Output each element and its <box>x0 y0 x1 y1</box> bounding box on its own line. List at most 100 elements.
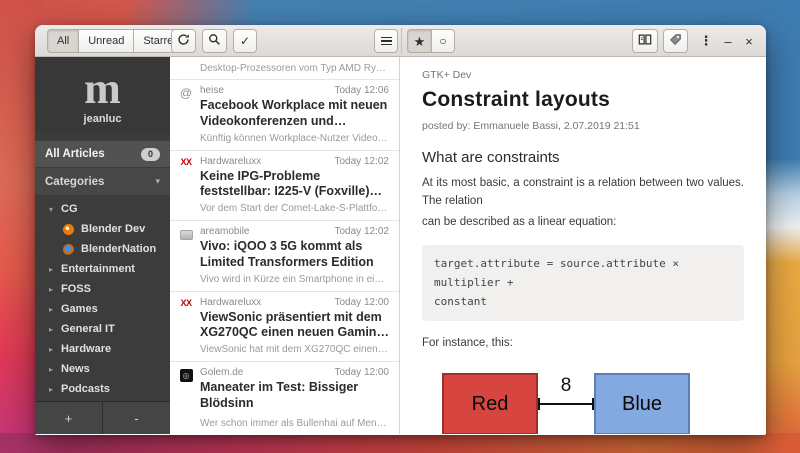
search-icon <box>208 33 221 49</box>
list-item[interactable]: XX Hardwareluxx Today 12:00 ViewSonic prä… <box>170 292 399 362</box>
article-paragraph: can be described as a linear equation: <box>422 215 617 228</box>
article-summary: Vor dem Start der Comet-Lake-S-Plattform… <box>200 203 389 214</box>
sidebar-item-blendernation[interactable]: BlenderNation <box>35 239 170 259</box>
feed-name: heise <box>200 85 224 96</box>
areamobile-favicon <box>179 230 193 240</box>
dots-menu-icon: ⋮ <box>699 33 713 48</box>
list-item[interactable]: XX Hardwareluxx Today 12:02 Keine IPG-Pro… <box>170 151 399 221</box>
heise-favicon: @ <box>179 86 193 100</box>
tab-unread[interactable]: Unread <box>78 29 134 53</box>
constraint-connector: 8 <box>538 373 594 434</box>
app-menu-button[interactable]: ⋮ <box>694 29 718 53</box>
article-title: Facebook Workplace mit neuen Videokonfer… <box>200 98 388 128</box>
hardwareluxx-favicon: XX <box>180 297 192 308</box>
article-summary: Vivo wird in Kürze ein Smartphone in ein… <box>200 273 389 285</box>
expander-icon[interactable]: ▸ <box>49 305 61 314</box>
account-header: m jeanluc <box>35 57 170 134</box>
page-title: Constraint layouts <box>422 88 610 111</box>
blendernation-icon <box>63 243 74 255</box>
article-time: Today 12:02 <box>334 226 390 237</box>
sidebar-item-cg[interactable]: ▾ CG <box>35 199 170 219</box>
feed-reader-window: All Unread Starred ✓ ★ ○ ⋮ – × m jeanluc… <box>35 25 766 435</box>
section-heading: What are constraints <box>422 149 560 166</box>
sidebar-item-entertainment[interactable]: ▸ Entertainment <box>35 259 170 279</box>
close-icon: × <box>745 33 753 49</box>
feed-manage-bar: + - <box>35 401 170 434</box>
list-item[interactable]: @ heise Today 12:06 Facebook Workplace mi… <box>170 80 399 151</box>
list-menu-button[interactable] <box>374 29 398 53</box>
sidebar-item-general-it[interactable]: ▸ General IT <box>35 319 170 339</box>
wallpaper-bottom <box>0 433 800 453</box>
blender-dev-icon <box>63 223 74 235</box>
article-title: Maneater im Test: Bissiger Blödsinn <box>200 380 359 410</box>
unread-count-badge: 0 <box>141 147 160 161</box>
star-toggle-button[interactable]: ★ <box>407 29 431 53</box>
tag-button[interactable] <box>663 29 688 53</box>
sidebar-item-podcasts[interactable]: ▸ Podcasts <box>35 379 170 399</box>
feed-name: areamobile <box>200 226 250 237</box>
search-button[interactable] <box>202 29 227 53</box>
list-item[interactable]: ◎ Golem.de Today 12:00 Maneater im Test: … <box>170 362 399 434</box>
expander-icon[interactable]: ▸ <box>49 325 61 334</box>
view-buttons <box>632 29 688 53</box>
sidebar-item-hardware[interactable]: ▸ Hardware <box>35 339 170 359</box>
tag-icon <box>669 33 682 49</box>
sidebar-item-games[interactable]: ▸ Games <box>35 299 170 319</box>
expander-icon[interactable]: ▾ <box>49 205 61 214</box>
sidebar-item-news[interactable]: ▸ News <box>35 359 170 379</box>
list-item[interactable]: areamobile Today 12:02 Vivo: iQOO 3 5G ko… <box>170 221 399 292</box>
star-icon: ★ <box>413 33 426 49</box>
constraint-diagram: Red 8 Blue <box>442 373 744 434</box>
chevron-down-icon: ▾ <box>155 176 160 187</box>
article-title: Keine IPG-Probleme feststellbar: I225-V … <box>200 168 370 199</box>
article-byline: posted by: Emmanuele Bassi, 2.07.2019 21… <box>422 120 640 132</box>
article-view: GTK+ Dev Constraint layouts posted by: E… <box>400 57 766 434</box>
unread-toggle-button[interactable]: ○ <box>431 29 455 53</box>
header-separator <box>401 28 402 54</box>
expander-icon[interactable]: ▸ <box>49 345 61 354</box>
remove-feed-button[interactable]: - <box>103 402 170 434</box>
menu-icon <box>380 36 392 46</box>
action-buttons: ✓ <box>171 29 257 53</box>
article-summary: ViewSonic hat mit dem XG270QC einen neue… <box>200 344 389 355</box>
book-icon <box>638 33 652 49</box>
filter-tabs: All Unread Starred <box>47 29 190 53</box>
sidebar-item-foss[interactable]: ▸ FOSS <box>35 279 170 299</box>
blue-box: Blue <box>594 373 690 434</box>
article-time: Today 12:06 <box>334 85 390 96</box>
sidebar-item-all-articles[interactable]: All Articles 0 <box>35 141 170 168</box>
article-paragraph: At its most basic, a constraint is a rel… <box>422 177 744 208</box>
mark-toggle-group: ★ ○ <box>407 29 455 53</box>
header-bar: All Unread Starred ✓ ★ ○ ⋮ – × <box>35 25 766 57</box>
minimize-icon: – <box>724 33 732 49</box>
red-box: Red <box>442 373 538 434</box>
article-time: Today 12:00 <box>334 367 390 378</box>
feed-name: Hardwareluxx <box>200 296 262 308</box>
expander-icon[interactable]: ▸ <box>49 365 61 374</box>
refresh-button[interactable] <box>171 29 196 53</box>
article-list[interactable]: Desktop-Prozessoren vom Typ AMD Ryzen 40… <box>170 57 400 434</box>
constraint-line <box>538 398 594 411</box>
article-time: Today 12:00 <box>334 296 390 308</box>
article-summary: Künftig können Workplace-Nutzer Videoanr… <box>200 132 389 144</box>
list-item[interactable]: Desktop-Prozessoren vom Typ AMD Ryzen 40… <box>170 57 399 80</box>
tab-all[interactable]: All <box>47 29 79 53</box>
spacing-value: 8 <box>560 375 572 397</box>
categories-header[interactable]: Categories ▾ <box>35 168 170 196</box>
category-tree: ▾ CG Blender Dev BlenderNation ▸ Enterta… <box>35 195 170 399</box>
refresh-icon <box>177 33 190 49</box>
username: jeanluc <box>83 113 122 126</box>
add-feed-button[interactable]: + <box>35 402 103 434</box>
article-title: ViewSonic präsentiert mit dem XG270QC ei… <box>200 309 389 340</box>
reader-mode-button[interactable] <box>632 29 658 53</box>
expander-icon[interactable]: ▸ <box>49 285 61 294</box>
golem-favicon: ◎ <box>179 369 193 382</box>
expander-icon[interactable]: ▸ <box>49 265 61 274</box>
feed-name: Golem.de <box>200 367 244 378</box>
mark-read-button[interactable]: ✓ <box>233 29 257 53</box>
expander-icon[interactable]: ▸ <box>49 385 61 394</box>
hardwareluxx-favicon: XX <box>180 156 192 167</box>
article-summary: Desktop-Prozessoren vom Typ AMD Ryzen 40… <box>200 63 389 74</box>
sidebar-item-blender-dev[interactable]: Blender Dev <box>35 219 170 239</box>
close-button[interactable]: × <box>737 29 761 53</box>
